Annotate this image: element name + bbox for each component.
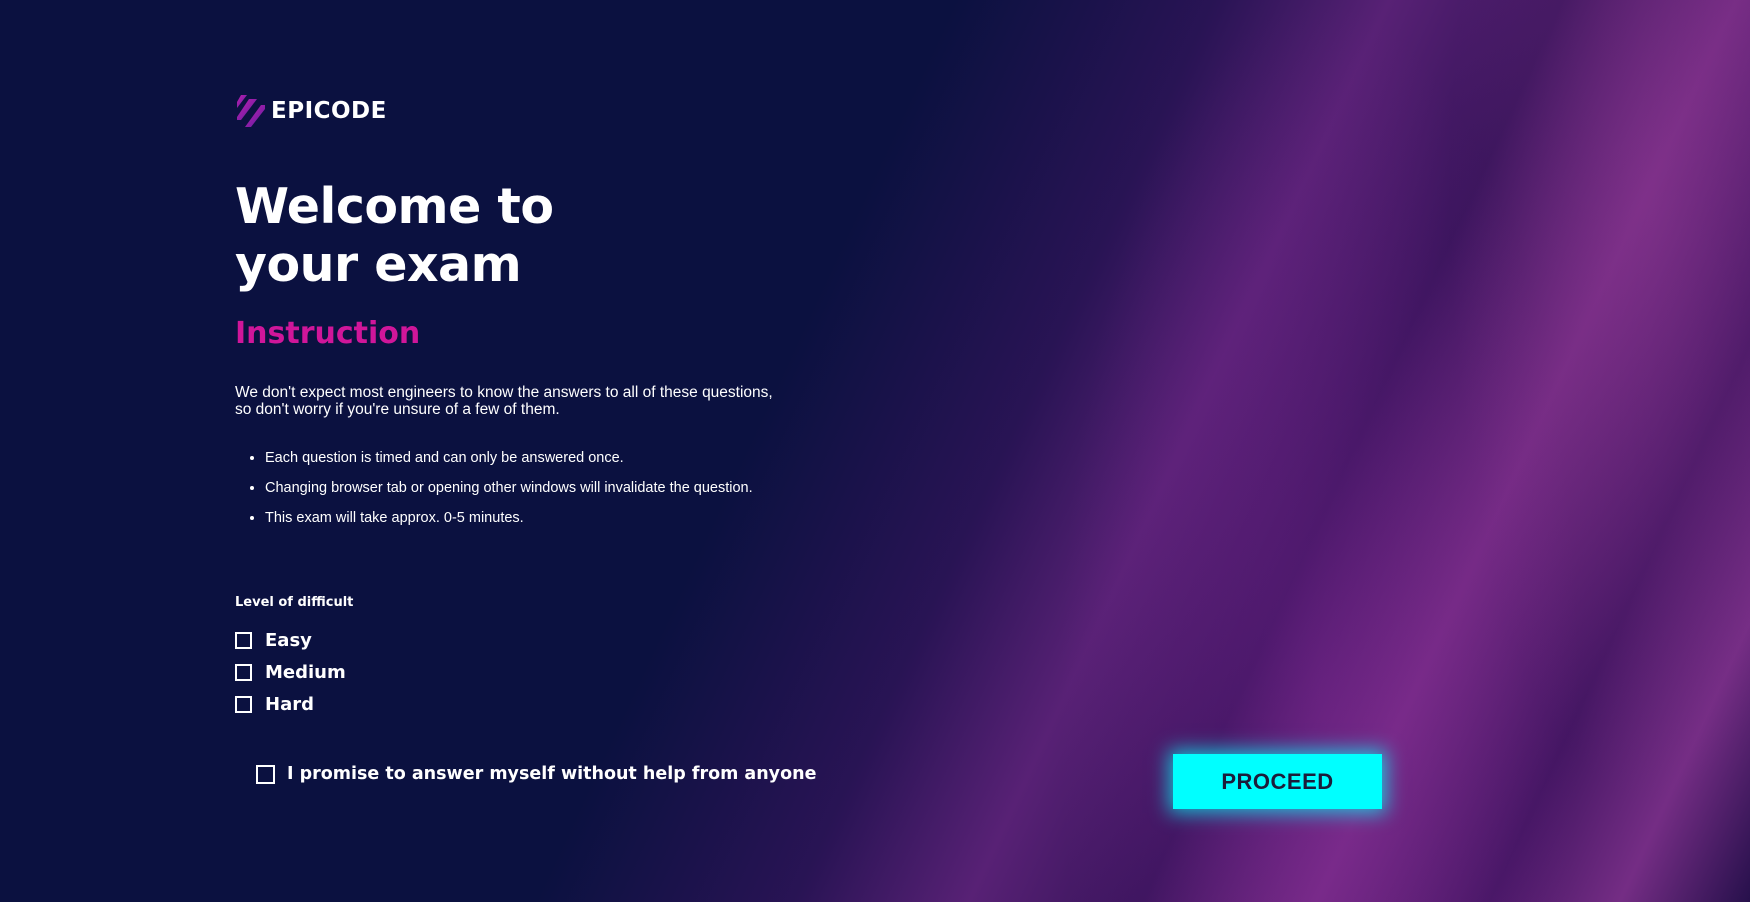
rule-item-duration: This exam will take approx. 0-5 minutes. (265, 510, 753, 527)
page-title-line-1: Welcome to (235, 178, 554, 235)
hard-label[interactable]: Hard (265, 694, 314, 715)
rule-item-timed: Each question is timed and can only be a… (265, 450, 753, 467)
rules-list: Each question is timed and can only be a… (235, 450, 753, 540)
page-title-line-2: your exam (235, 236, 522, 293)
promise-label[interactable]: I promise to answer myself without help … (287, 764, 816, 784)
promise-option[interactable]: I promise to answer myself without help … (256, 764, 816, 784)
medium-checkbox[interactable] (235, 663, 252, 681)
instruction-intro: We don't expect most engineers to know t… (235, 384, 773, 418)
difficulty-option-medium[interactable]: Medium (235, 656, 346, 688)
promise-checkbox[interactable] (256, 764, 275, 784)
difficulty-option-hard[interactable]: Hard (235, 688, 346, 720)
difficulty-options: Easy Medium Hard (235, 624, 346, 720)
brand-logo: EPICODE (235, 95, 387, 127)
medium-label[interactable]: Medium (265, 662, 346, 683)
page-title: Welcome to your exam (235, 178, 554, 294)
instruction-heading: Instruction (235, 316, 421, 351)
difficulty-label: Level of difficult (235, 595, 354, 610)
difficulty-option-easy[interactable]: Easy (235, 624, 346, 656)
hard-checkbox[interactable] (235, 695, 252, 713)
proceed-button[interactable]: PROCEED (1173, 754, 1382, 809)
rule-item-browser-tab: Changing browser tab or opening other wi… (265, 480, 753, 497)
easy-label[interactable]: Easy (265, 630, 312, 651)
brand-name: EPICODE (271, 98, 387, 124)
easy-checkbox[interactable] (235, 631, 252, 649)
epicode-logo-icon (235, 95, 265, 127)
